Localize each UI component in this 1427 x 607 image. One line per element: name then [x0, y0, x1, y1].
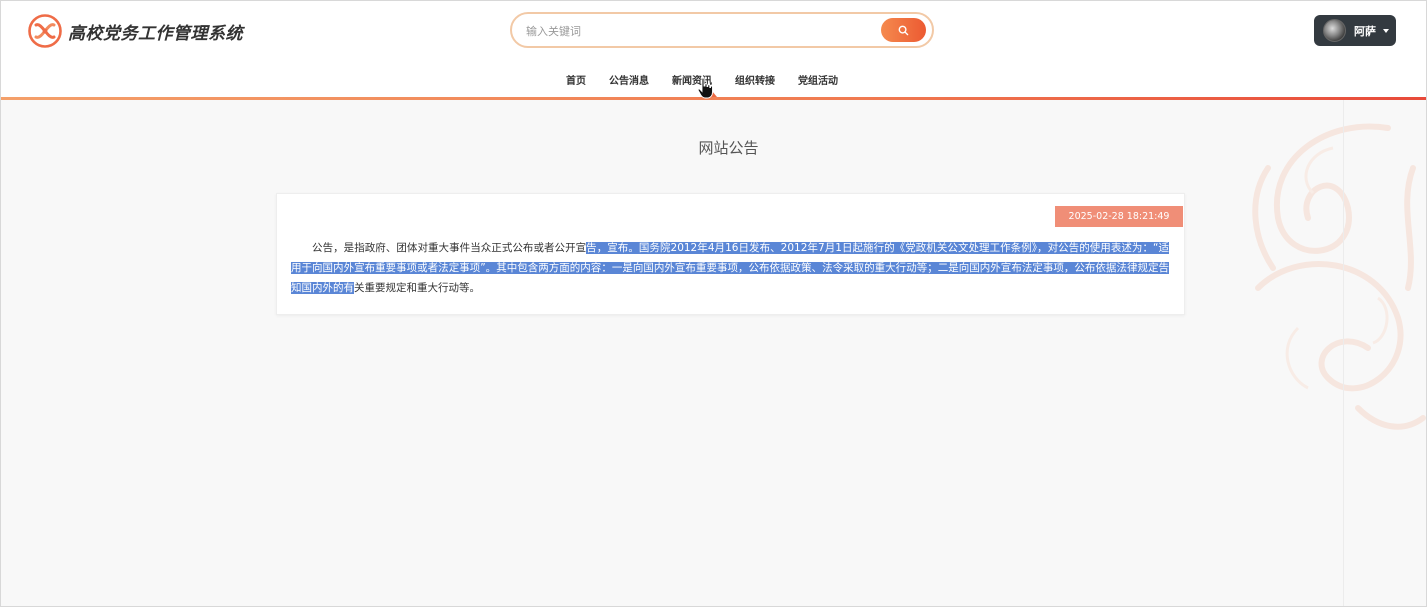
dragon-watermark-icon [1252, 123, 1426, 430]
nav-item-activities[interactable]: 党组活动 [798, 72, 838, 88]
search-icon [898, 25, 909, 35]
notice-text-part1: 公告，是指政府、团体对重大事件当众正式公布或者公开宣 [312, 242, 587, 254]
avatar [1323, 19, 1346, 42]
user-menu-button[interactable]: 阿萨 [1314, 15, 1396, 46]
notice-date-badge: 2025-02-28 18:21:49 [1055, 206, 1183, 227]
nav-item-home[interactable]: 首页 [566, 72, 586, 88]
content-area [0, 100, 1427, 607]
user-name: 阿萨 [1354, 24, 1376, 38]
search-input[interactable] [524, 14, 878, 48]
brand-title[interactable]: 高校党务工作管理系统 [68, 19, 243, 44]
page-title: 网站公告 [698, 139, 759, 157]
hand-cursor-icon [697, 77, 713, 99]
notice-text-part2: 关重要规定和重大行动等。 [354, 282, 480, 294]
nav-item-transfer[interactable]: 组织转接 [735, 72, 775, 88]
nav-item-notices[interactable]: 公告消息 [609, 72, 649, 88]
search-button[interactable] [881, 18, 926, 42]
search-box [510, 12, 934, 48]
notice-body[interactable]: 公告，是指政府、团体对重大事件当众正式公布或者公开宣告，宣布。国务院2012年4… [291, 238, 1169, 298]
logo-icon[interactable] [28, 14, 62, 48]
caret-down-icon [1383, 28, 1389, 33]
